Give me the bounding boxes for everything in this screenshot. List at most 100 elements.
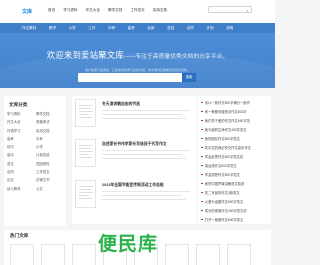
category-item[interactable]: 实用文档 (36, 128, 65, 133)
top-nav: 首页 学习资料 作文大全 教学文档 工作范文 实用文档 (48, 8, 167, 13)
top-nav-item[interactable]: 学习资料 (63, 8, 77, 13)
category-nav-item[interactable]: 合同 (187, 26, 194, 31)
hot-doc-thumbnail[interactable] (227, 244, 251, 265)
bullet-icon (201, 200, 203, 203)
list-item-label[interactable]: 学会反思作文600字范文初 (205, 154, 243, 159)
hero-search-button[interactable]: 搜索 (182, 73, 196, 82)
category-item[interactable]: 外语学习 (7, 128, 36, 133)
top-nav-item[interactable]: 工作范文 (130, 8, 144, 13)
list-item-label[interactable]: 成长的烦恼作文400字范文初 (205, 208, 247, 213)
list-item[interactable]: 我的朋友作文500字范文 (201, 136, 271, 141)
category-item[interactable]: 范文 (7, 161, 36, 166)
search-icon[interactable]: ⌕ (245, 8, 250, 13)
category-nav-item[interactable]: 小学 (69, 26, 76, 31)
top-header: 文库 首页 学习资料 作文大全 教学文档 工作范文 实用文档 ⌕ (0, 0, 275, 23)
doc-excerpt-line (102, 191, 190, 192)
list-item-label[interactable]: 我们关于爱的作文作文450字范 (205, 118, 250, 123)
category-panel: 文库分类 学习资料 教学文档 作文大全 资格考试 外语学习 实用文档 高考 中考… (4, 96, 66, 226)
list-item-label[interactable]: 我的朋友作文500字范文 (205, 136, 240, 141)
category-item[interactable]: 幼儿教育 (7, 186, 36, 191)
hero-title-sub: ——专注于高质量优秀文档的分享平台。 (123, 54, 229, 60)
list-item-label[interactable]: 打开一扇窗作文600字范文 (205, 217, 243, 222)
category-item[interactable]: 资格考试 (36, 119, 65, 124)
category-item[interactable]: 工作范文 (36, 169, 65, 174)
doc-title[interactable]: 自述家长书作学家长写给孩子代写作文 (102, 142, 167, 147)
doc-title[interactable]: 冬天演讲稿自由的节选 (102, 102, 140, 107)
hot-doc-thumbnail[interactable] (41, 244, 65, 265)
top-nav-item[interactable]: 实用文档 (153, 8, 167, 13)
category-list: 学习资料 教学文档 作文大全 资格考试 外语学习 实用文档 高考 中考 初中 小… (7, 111, 65, 191)
category-nav-item[interactable]: 作文素材 (22, 26, 36, 31)
category-item[interactable]: 教学文档 (36, 111, 65, 116)
list-item[interactable]: 打开一扇窗作文600字范文 (201, 217, 271, 222)
doc-card[interactable]: 2023年全国节能宣传周活动工作总结 (75, 180, 196, 220)
top-nav-item[interactable]: 作文大全 (86, 8, 100, 13)
list-item[interactable]: 成长的烦恼作文400字范文初 (201, 208, 271, 213)
category-item[interactable]: 小学 (36, 144, 65, 149)
category-item[interactable]: 论文 (7, 177, 36, 182)
hot-doc-thumbnail[interactable] (165, 244, 189, 265)
list-item-label[interactable]: 初中生的我记作文作文高中作文 (205, 145, 251, 150)
list-item-label[interactable]: 初二写景的作文3篇范文 (205, 190, 240, 195)
category-nav-item[interactable]: 高考 (128, 26, 135, 31)
category-nav-item[interactable]: 计划 (206, 26, 213, 31)
doc-card[interactable]: 冬天演讲稿自由的节选 (75, 99, 196, 139)
hot-doc-thumbnail[interactable] (10, 244, 34, 265)
category-panel-header: 文库分类 (4, 96, 66, 109)
list-item[interactable]: 学会反思作文600字范文初 (201, 154, 271, 159)
top-search-input[interactable]: ⌕ (208, 6, 252, 13)
doc-thumbnail[interactable] (75, 139, 96, 167)
bullet-icon (201, 182, 203, 185)
list-item-label[interactable]: 请以一篇作文600字满分一篇作 (205, 100, 250, 105)
hero-search-input[interactable]: 搜索 (78, 73, 196, 82)
category-item[interactable]: 合同 (7, 169, 36, 174)
list-item[interactable]: 以爱为话题作文600字范文 (201, 199, 271, 204)
doc-card[interactable]: 自述家长书作学家长写给孩子代写作文 (75, 139, 196, 179)
category-item[interactable]: 计划总结 (36, 152, 65, 157)
list-item[interactable]: 请以一篇作文600字满分一篇作 (201, 100, 271, 105)
category-item[interactable]: 公文 (36, 186, 65, 191)
doc-title[interactable]: 2023年全国节能宣传周活动工作总结 (102, 183, 164, 188)
hot-doc-thumbnail[interactable] (196, 244, 220, 265)
category-item[interactable]: 学习资料 (7, 111, 36, 116)
doc-thumbnail[interactable] (75, 180, 96, 208)
site-logo[interactable]: 文库 (22, 8, 32, 15)
top-nav-item[interactable]: 教学文档 (108, 8, 122, 13)
category-item[interactable]: 初中 (7, 144, 36, 149)
hero-title-main: 欢迎来到爱站聚文库 (46, 50, 124, 60)
list-item-label[interactable]: 我的中国梦演讲稿范文精选 (205, 181, 245, 186)
category-item[interactable]: 高中 (7, 152, 36, 157)
category-item[interactable]: 作文大全 (7, 119, 36, 124)
list-item-label[interactable]: 我与我的生命作文450字范文 (205, 127, 247, 132)
category-nav-item[interactable]: 说明 (226, 26, 233, 31)
category-item[interactable]: 党团资料 (36, 161, 65, 166)
list-item[interactable]: 初二写景的作文3篇范文 (201, 190, 271, 195)
category-nav-item[interactable]: 总结 (167, 26, 174, 31)
category-panel-title: 文库分类 (9, 102, 28, 107)
category-nav-item[interactable]: 中考 (108, 26, 115, 31)
list-item[interactable]: 读后感作文600字范文 (201, 163, 271, 168)
list-item-label[interactable]: 读后感作文600字范文 (205, 163, 237, 168)
list-item[interactable]: 我的中国梦演讲稿范文精选 (201, 181, 271, 186)
category-nav-item[interactable]: 工作 (88, 26, 95, 31)
list-item-label[interactable]: 学会感恩作文600字范文 (205, 172, 240, 177)
doc-thumbnail[interactable] (75, 99, 96, 127)
list-item-label[interactable]: 以爱为话题作文600字范文 (205, 199, 243, 204)
page: 文库 首页 学习资料 作文大全 教学文档 工作范文 实用文档 ⌕ 作文素材 教学… (0, 0, 275, 265)
list-item[interactable]: 我们关于爱的作文作文450字范 (201, 118, 271, 123)
category-item[interactable]: 中考 (36, 136, 65, 141)
list-item[interactable]: 学会感恩作文600字范文 (201, 172, 271, 177)
hot-doc-thumbnail[interactable] (72, 244, 96, 265)
list-item[interactable]: 有一种爱叫做放手作文600字 (201, 109, 271, 114)
list-item[interactable]: 初中生的我记作文作文高中作文 (201, 145, 271, 150)
hero-description: 用户免费下载阅读：汇集各学段学习资料文档、作文素材及各类实用范文资料。 (84, 68, 190, 72)
category-nav-item[interactable]: 教学 (49, 26, 56, 31)
list-item-label[interactable]: 有一种爱叫做放手作文600字 (205, 109, 247, 114)
list-item[interactable]: 我与我的生命作文450字范文 (201, 127, 271, 132)
category-nav-item[interactable]: 实用 (147, 26, 154, 31)
top-nav-item[interactable]: 首页 (48, 8, 55, 13)
category-item[interactable]: 高考 (7, 136, 36, 141)
bullet-icon (201, 218, 203, 221)
article-list: 请以一篇作文600字满分一篇作 有一种爱叫做放手作文600字 我们关于爱的作文作… (198, 96, 271, 224)
category-item[interactable]: 法律文书 (36, 177, 65, 182)
